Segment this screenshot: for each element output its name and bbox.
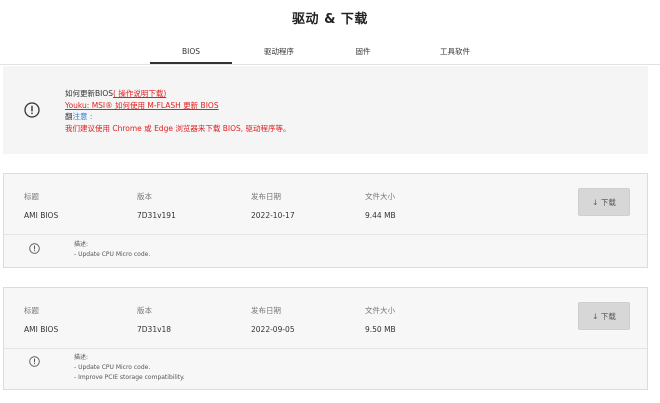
tab-utilities[interactable]: 工具软件	[400, 44, 510, 64]
date-column-label: 发布日期	[251, 305, 281, 316]
notice-note-prefix: 翻	[65, 112, 73, 121]
tab-bar: BIOS 驱动程序 固件 工具软件	[150, 44, 510, 64]
info-circle-icon	[29, 243, 40, 254]
date-column-label: 发布日期	[251, 191, 281, 202]
description-label: 描述:	[74, 353, 185, 363]
bios-description: 描述: - Update CPU Micro code.	[4, 234, 647, 269]
description-text: 描述: - Update CPU Micro code. - Improve P…	[74, 353, 185, 383]
notice-line-how-to: 如何更新BIOS( 操作说明下载)	[65, 88, 291, 100]
description-line: - Update CPU Micro code.	[74, 363, 185, 373]
version-column-label: 版本	[137, 305, 152, 316]
bios-item-header: 标题 版本 发布日期 文件大小 AMI BIOS 7D31v191 2022-1…	[4, 174, 647, 234]
page: 驱动 & 下载 BIOS 驱动程序 固件 工具软件 如何更新BIOS( 操作说明…	[0, 0, 660, 403]
download-button[interactable]: ↓ 下载	[578, 302, 630, 330]
description-text: 描述: - Update CPU Micro code.	[74, 240, 150, 260]
title-column-label: 标题	[24, 191, 39, 202]
version-column-label: 版本	[137, 191, 152, 202]
notice-text: 如何更新BIOS( 操作说明下载) Youku: MSI® 如何使用 M-FLA…	[65, 88, 291, 134]
bios-item-header: 标题 版本 发布日期 文件大小 AMI BIOS 7D31v18 2022-09…	[4, 288, 647, 348]
description-line: - Update CPU Micro code.	[74, 250, 150, 260]
description-line: - Improve PCIE storage compatibility.	[74, 373, 185, 383]
bios-title: AMI BIOS	[24, 211, 58, 220]
tab-firmware[interactable]: 固件	[326, 44, 400, 64]
bios-release-date: 2022-10-17	[251, 211, 295, 220]
exclamation-circle-icon	[24, 102, 40, 118]
notice-panel: 如何更新BIOS( 操作说明下载) Youku: MSI® 如何使用 M-FLA…	[3, 66, 648, 154]
bios-version: 7D31v18	[137, 325, 171, 334]
tabs-divider	[0, 64, 660, 65]
download-button[interactable]: ↓ 下载	[578, 188, 630, 216]
bios-file-size: 9.50 MB	[365, 325, 396, 334]
bios-version: 7D31v191	[137, 211, 176, 220]
browser-recommendation: 我们建议使用 Chrome 或 Edge 浏览器来下载 BIOS, 驱动程序等。	[65, 123, 291, 135]
page-title: 驱动 & 下载	[0, 8, 660, 27]
tab-bios[interactable]: BIOS	[150, 44, 232, 64]
notice-how-to-label: 如何更新BIOS	[65, 89, 113, 98]
tab-drivers[interactable]: 驱动程序	[232, 44, 326, 64]
bios-release-date: 2022-09-05	[251, 325, 295, 334]
notice-note-link[interactable]: 注意 :	[73, 112, 93, 121]
size-column-label: 文件大小	[365, 305, 395, 316]
description-label: 描述:	[74, 240, 150, 250]
bios-title: AMI BIOS	[24, 325, 58, 334]
info-circle-icon	[29, 356, 40, 367]
bios-item-card: 标题 版本 发布日期 文件大小 AMI BIOS 7D31v191 2022-1…	[3, 173, 648, 268]
size-column-label: 文件大小	[365, 191, 395, 202]
title-column-label: 标题	[24, 305, 39, 316]
bios-file-size: 9.44 MB	[365, 211, 396, 220]
bios-description: 描述: - Update CPU Micro code. - Improve P…	[4, 348, 647, 391]
notice-line-note: 翻注意 :	[65, 111, 291, 123]
manual-download-link[interactable]: ( 操作说明下载)	[113, 89, 166, 98]
bios-item-card: 标题 版本 发布日期 文件大小 AMI BIOS 7D31v18 2022-09…	[3, 287, 648, 390]
youku-mflash-link[interactable]: Youku: MSI® 如何使用 M-FLASH 更新 BIOS	[65, 101, 219, 110]
